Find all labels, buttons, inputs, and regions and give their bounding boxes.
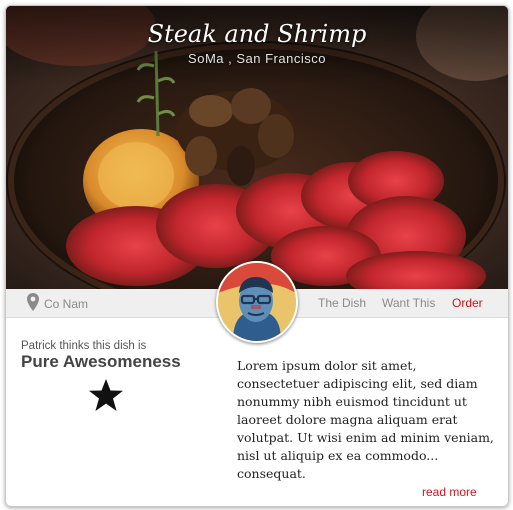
tab-the-dish[interactable]: The Dish [318,296,366,310]
reviewer-avatar[interactable] [216,261,298,343]
review-verdict: Pure Awesomeness [21,352,181,371]
dish-photo-illustration [6,6,508,289]
tab-order[interactable]: Order [452,296,483,310]
map-pin-icon [27,293,39,311]
star-icon [89,379,123,411]
read-more-link[interactable]: read more [422,485,477,499]
tab-want-this[interactable]: Want This [382,296,435,310]
reviewer-thinks-text: Patrick thinks this dish is [21,340,147,352]
dish-photo: Steak and Shrimp SoMa , San Francisco [6,6,508,289]
restaurant-name[interactable]: Co Nam [44,297,88,311]
reviewer-portrait [218,263,296,341]
dish-title: Steak and Shrimp [147,20,367,48]
dish-card: Steak and Shrimp SoMa , San Francisco Co… [5,5,509,507]
dish-location-subtitle: SoMa , San Francisco [188,51,326,66]
dish-description: Lorem ipsum dolor sit amet, consectetuer… [237,358,494,481]
